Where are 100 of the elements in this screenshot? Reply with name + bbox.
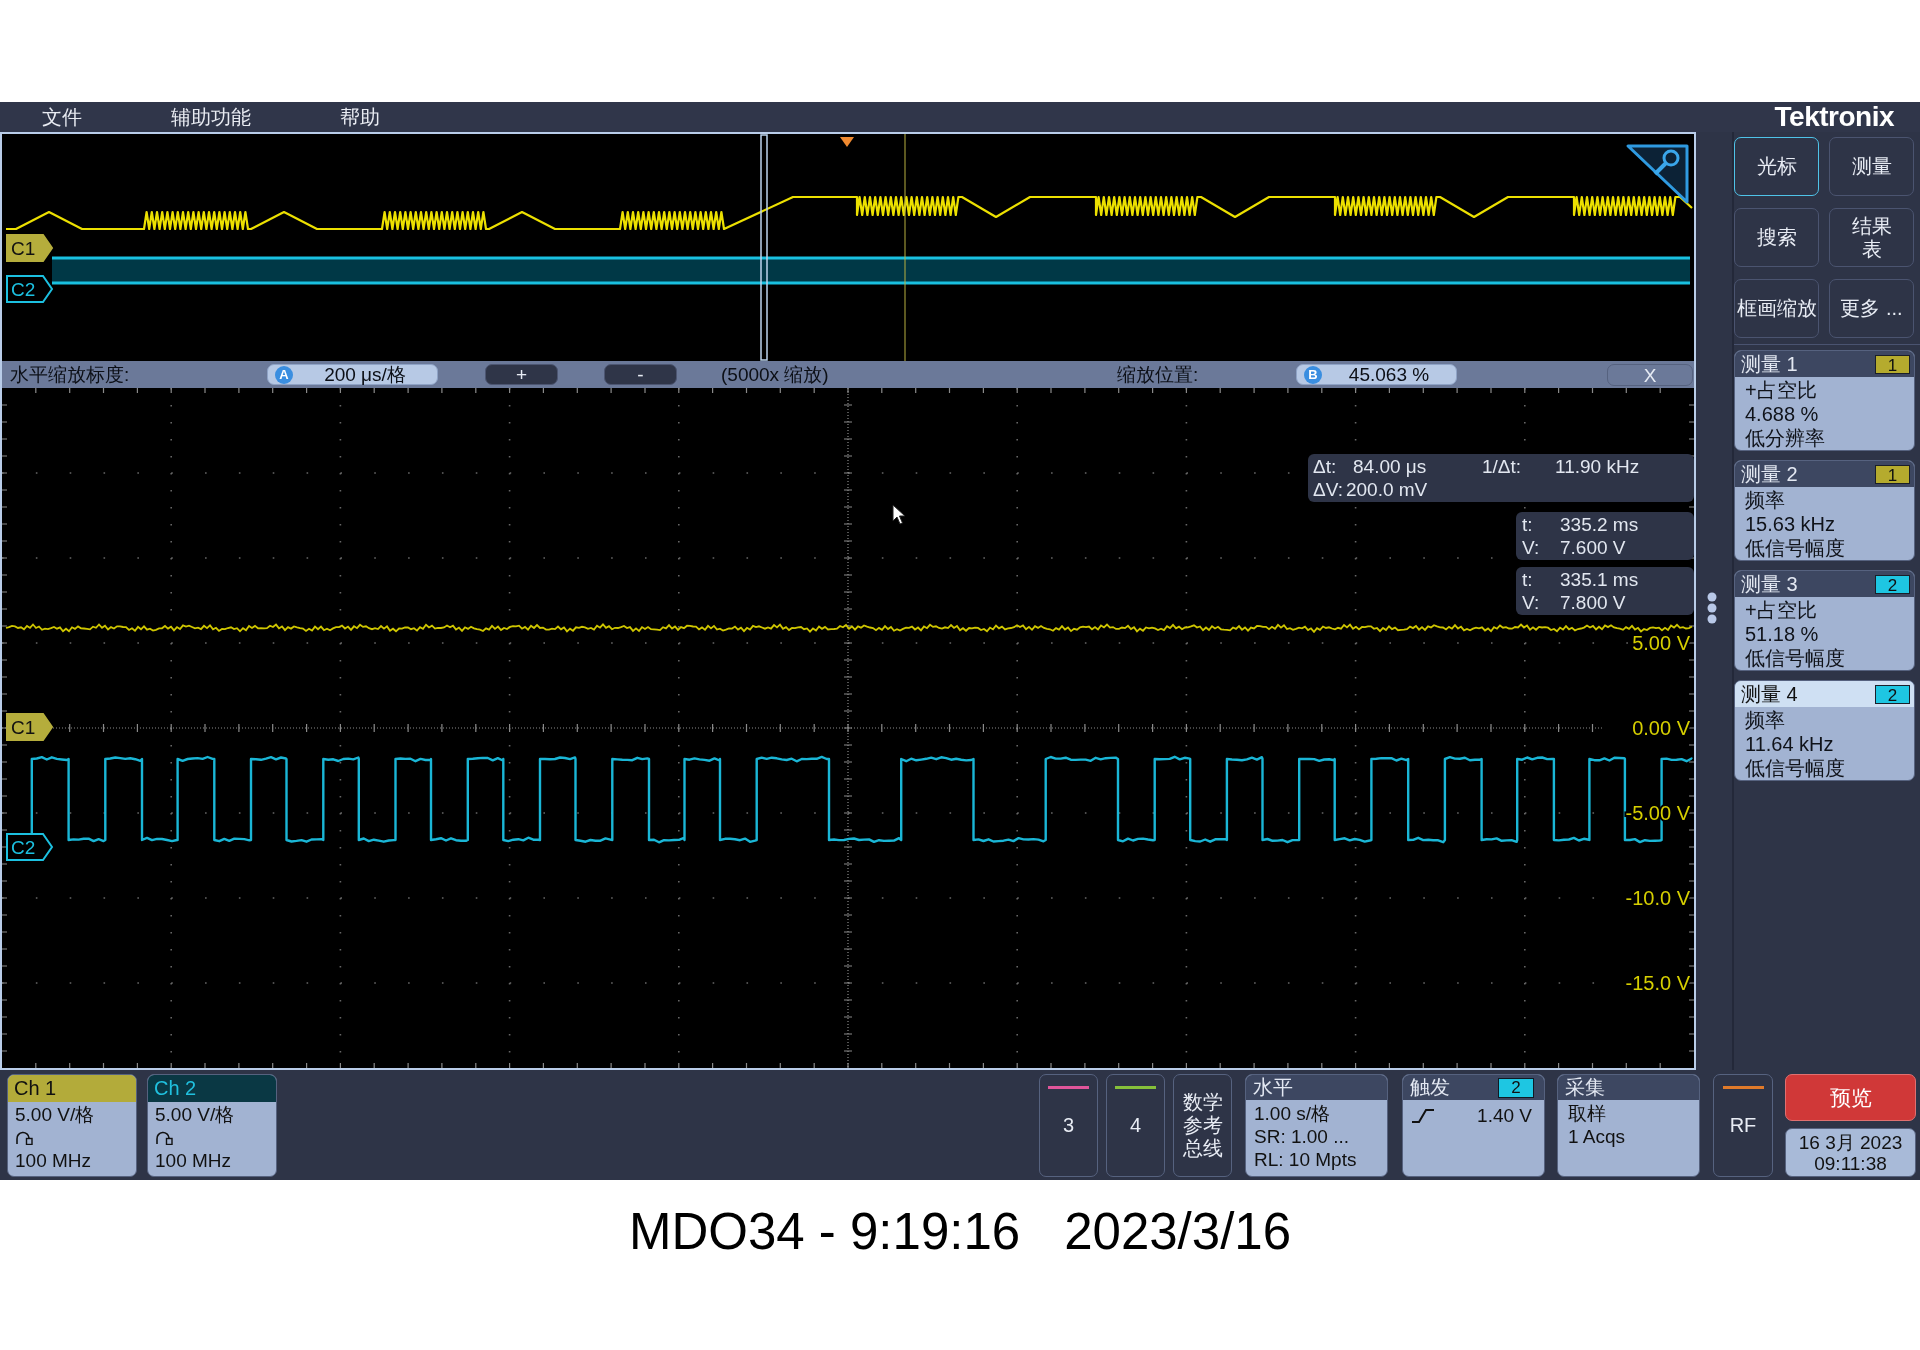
rf-button[interactable]: RF [1713,1074,1773,1177]
drag-handle-icon[interactable] [1707,592,1717,624]
measurement-title: 测量 4 [1741,681,1798,707]
setting-text: 100 MHz [15,1149,93,1172]
measurement-text: 15.63 kHz [1745,512,1837,536]
setting-text: RL: 10 Mpts [1254,1148,1358,1171]
probe-icon [15,1130,33,1145]
setting-text: 取样 [1568,1102,1607,1125]
channel-marker[interactable]: C1 [6,234,54,262]
readout-value: 84.00 μs [1353,455,1428,478]
zoom-in-button[interactable]: + [485,364,558,385]
measurement-text: 11.64 kHz [1745,732,1835,756]
caption-text: 2023/3/16 [1064,1204,1292,1262]
zoom-out-button[interactable]: - [604,364,677,385]
zoom-position-field[interactable]: B 45.063 % [1296,364,1457,385]
measurement-text: +占空比 [1745,598,1818,622]
channel-button[interactable]: 3 [1039,1074,1098,1177]
readout-value: 335.2 ms [1560,513,1639,536]
setting-text: 1 Acqs [1568,1125,1627,1148]
setting-text: 1.00 s/格 [1254,1102,1332,1125]
channel-card[interactable]: Ch 1 5.00 V/格 100 MHz [7,1074,137,1177]
scale-label: -10.0 V [1625,887,1690,909]
math-ref-bus-button[interactable]: 数学 参考 总线 [1173,1074,1232,1177]
measurement-title: 测量 2 [1741,461,1798,487]
readout-value: 335.1 ms [1560,568,1639,591]
sidebar-button[interactable]: 更多 ... [1829,279,1914,338]
readout-label: V: [1522,591,1541,614]
measurement-text: 低分辨率 [1745,426,1826,450]
measurement-text: 51.18 % [1745,622,1820,646]
readout-label: V: [1522,536,1541,559]
readout-value: 11.90 kHz [1555,455,1640,478]
measurement-card[interactable]: 测量 3 2 +占空比 51.18 % 低信号幅度 [1734,570,1915,671]
readout-label: t: [1522,513,1534,536]
setting-text: 1.40 V [1477,1104,1532,1127]
card-title: 采集 [1565,1075,1605,1100]
readout-label: ΔV: [1313,478,1343,501]
knob-badge: B [1304,365,1322,384]
setting-text: 100 MHz [155,1149,233,1172]
channel-marker[interactable]: C1 [6,713,54,741]
source-badge: 2 [1498,1077,1534,1098]
rising-edge-icon [1411,1108,1435,1123]
menu-item[interactable]: 辅助功能 [171,105,251,129]
mouse-pointer-icon [892,504,906,525]
zoom-position-label: 缩放位置: [1117,362,1200,387]
measurement-text: 低信号幅度 [1745,646,1846,670]
measurement-card[interactable]: 测量 1 1 +占空比 4.688 % 低分辨率 [1734,350,1915,451]
measurement-text: +占空比 [1745,378,1818,402]
zoom-factor-text: (5000x 缩放) [721,362,830,387]
sidebar-button[interactable]: 结果 表 [1829,208,1914,267]
channel-marker[interactable]: C2 [6,833,54,861]
measurement-text: 低信号幅度 [1745,756,1846,780]
channel-title: Ch 2 [154,1077,197,1099]
sidebar-button[interactable]: 光标 [1734,137,1819,196]
measurement-text: 4.688 % [1745,402,1820,426]
channel-button[interactable]: 4 [1106,1074,1165,1177]
measurement-text: 低信号幅度 [1745,536,1846,560]
trigger-marker-icon [840,137,854,147]
time-text: 09:11:38 [1814,1152,1887,1174]
measurement-text: 频率 [1745,708,1786,732]
menu-item[interactable]: 帮助 [340,105,380,129]
card-title: 触发 [1410,1075,1450,1100]
channel-badge: 2 [1875,574,1910,594]
card-title: 水平 [1253,1075,1293,1100]
acquisition-card[interactable]: 采集 取样 1 Acqs [1557,1074,1700,1177]
channel-badge: 1 [1875,464,1910,484]
setting-text: 5.00 V/格 [155,1103,236,1126]
measurement-title: 测量 1 [1741,351,1798,377]
trigger-card[interactable]: 触发 2 1.40 V [1402,1074,1545,1177]
channel-card[interactable]: Ch 2 5.00 V/格 100 MHz [147,1074,277,1177]
channel-badge: 1 [1875,354,1910,374]
scale-label: 5.00 V [1632,632,1690,654]
readout-label: Δt: [1313,455,1338,478]
brand-logo: Tektronix [1774,102,1894,132]
date-time-display[interactable]: 16 3月 2023 09:11:38 [1785,1128,1916,1177]
probe-icon [155,1130,173,1145]
caption-text: MDO34 - 9:19:16 [628,1204,1021,1262]
zoom-scale-label: 水平缩放标度: [10,362,131,387]
menu-item[interactable]: 文件 [42,105,82,129]
field-value: 45.063 % [1347,364,1431,385]
date-text: 16 3月 2023 [1798,1131,1903,1153]
readout-label: t: [1522,568,1534,591]
sidebar-button[interactable]: 框画缩放 [1734,279,1819,338]
setting-text: SR: 1.00 ... [1254,1125,1351,1148]
measurement-text: 频率 [1745,488,1786,512]
horizontal-card[interactable]: 水平 1.00 s/格 SR: 1.00 ... RL: 10 Mpts [1245,1074,1388,1177]
sidebar-button[interactable]: 搜索 [1734,208,1819,267]
zoom-icon[interactable] [1626,144,1689,204]
field-value: 200 μs/格 [323,364,407,385]
measurement-card[interactable]: 测量 4 2 频率 11.64 kHz 低信号幅度 [1734,680,1915,781]
sidebar-button[interactable]: 测量 [1829,137,1914,196]
preview-button[interactable]: 预览 [1785,1074,1916,1121]
zoom-scale-field[interactable]: A 200 μs/格 [267,364,438,385]
setting-text: 5.00 V/格 [15,1103,96,1126]
channel-marker[interactable]: C2 [6,275,54,303]
measurement-card[interactable]: 测量 2 1 频率 15.63 kHz 低信号幅度 [1734,460,1915,561]
readout-value: 7.600 V [1560,536,1626,559]
measurement-title: 测量 3 [1741,571,1798,597]
knob-badge: A [275,365,293,384]
close-button[interactable]: X [1607,363,1693,386]
zoom-window-marker[interactable] [760,134,768,361]
